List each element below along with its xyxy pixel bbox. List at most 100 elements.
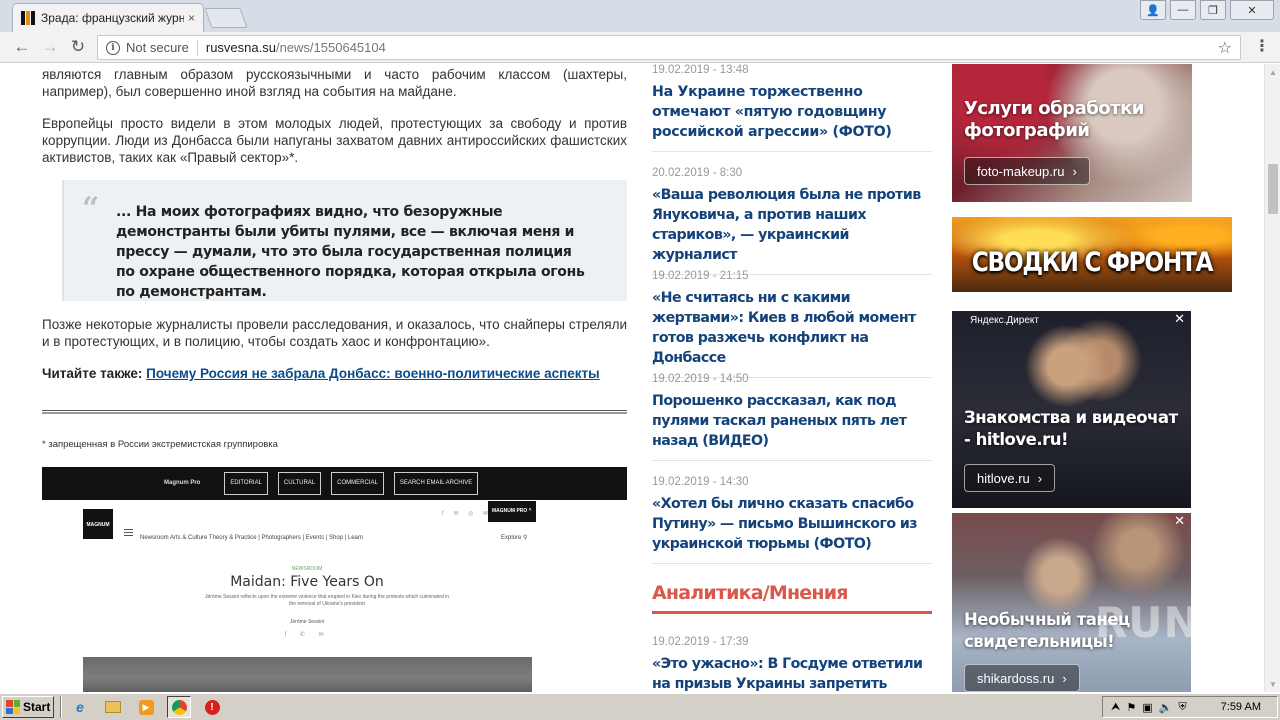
scroll-down-arrow-icon[interactable]: ▼: [1265, 676, 1280, 692]
news-item[interactable]: 19.02.2019 - 21:15 «Не считаясь ни с как…: [652, 269, 932, 378]
news-date: 20.02.2019 - 8:30: [652, 167, 743, 179]
scroll-thumb[interactable]: [1268, 164, 1278, 214]
news-date: 19.02.2019 - 13:48: [652, 64, 749, 76]
profile-button[interactable]: 👤: [1140, 0, 1166, 20]
news-item[interactable]: 19.02.2019 - 17:39 «Это ужасно»: В Госду…: [652, 635, 932, 692]
embed-chip: SEARCH EMAIL ARCHIVE: [393, 472, 479, 495]
news-date: 19.02.2019 - 14:50: [652, 373, 749, 385]
tab-title: Зрада: французский журн: [41, 11, 184, 25]
address-bar[interactable]: i Not secure rusvesna.su /news/155064510…: [97, 35, 1241, 60]
embed-title: Maidan: Five Years On: [230, 574, 384, 590]
page-scrollbar[interactable]: ▲ ▼: [1264, 64, 1280, 692]
news-title[interactable]: Порошенко рассказал, как под пулями таск…: [652, 391, 932, 451]
ad-headline: Знакомства и видеочат - hitlove.ru!: [964, 408, 1178, 449]
maximize-button[interactable]: ❐: [1200, 0, 1226, 20]
browser-menu-icon[interactable]: ⋮: [1254, 36, 1270, 56]
news-title[interactable]: «Хотел бы лично сказать спасибо Путину» …: [652, 494, 932, 554]
embed-social: f ✉ ◎ ✉: [442, 511, 492, 517]
ad-dating[interactable]: Яндекс.Директ ✕ Знакомства и видеочат - …: [952, 311, 1191, 508]
blockquote: “ ... На моих фотографиях видно, что без…: [62, 180, 627, 301]
url-separator: [196, 39, 198, 56]
embed-nav: Newsroom Arts & Culture Theory & Practic…: [140, 535, 364, 541]
chevron-right-icon: ›: [1037, 470, 1043, 486]
info-icon[interactable]: i: [106, 40, 120, 55]
news-title[interactable]: «Не считаясь ни с какими жертвами»: Киев…: [652, 288, 932, 368]
quote-text: ... На моих фотографиях видно, что безор…: [116, 204, 585, 300]
media-player-icon[interactable]: ▶: [134, 696, 158, 718]
ad-button-label: shikardoss.ru: [977, 670, 1055, 686]
taskbar-separator: [60, 696, 62, 718]
embed-topbar: Magnum Pro EDITORIAL CULTURAL COMMERCIAL…: [42, 467, 627, 500]
article-paragraph: Позже некоторые журналисты провели рассл…: [42, 317, 627, 349]
quote-mark-icon: “: [82, 191, 100, 226]
embed-chip: COMMERCIAL: [331, 472, 384, 495]
reload-button[interactable]: ↻: [66, 36, 90, 58]
embed-chip: CULTURAL: [277, 472, 322, 495]
news-item[interactable]: 19.02.2019 - 14:50 Порошенко рассказал, …: [652, 372, 932, 461]
forward-button[interactable]: →: [38, 36, 62, 58]
read-also-link[interactable]: Почему Россия не забрала Донбасс: военно…: [146, 366, 600, 381]
section-heading-analytics[interactable]: Аналитика/Мнения: [652, 582, 932, 614]
news-date: 19.02.2019 - 14:30: [652, 476, 749, 488]
ad-button-label: hitlove.ru: [977, 470, 1030, 486]
chevron-right-icon: ›: [1062, 670, 1067, 686]
news-item[interactable]: 19.02.2019 - 14:30 «Хотел бы лично сказа…: [652, 475, 932, 564]
news-title[interactable]: «Это ужасно»: В Госдуме ответили на приз…: [652, 654, 932, 692]
browser-toolbar: ← → ↻ i Not secure rusvesna.su /news/155…: [0, 32, 1280, 63]
tab-close-button[interactable]: ×: [188, 11, 195, 25]
quick-launch: e ▶ !: [68, 696, 224, 718]
ad-close-icon[interactable]: ✕: [1174, 513, 1185, 529]
system-tray: ⮝ ⚑ ▣ 🔈 ⛨ 7:59 AM: [1102, 696, 1278, 718]
new-tab-button[interactable]: [204, 8, 248, 28]
tray-expand-icon[interactable]: ⮝: [1111, 701, 1120, 714]
clock[interactable]: 7:59 AM: [1221, 701, 1261, 713]
folder-icon[interactable]: [101, 696, 125, 718]
close-window-button[interactable]: ✕: [1230, 0, 1274, 20]
ad-button[interactable]: foto-makeup.ru ›: [964, 157, 1090, 185]
ad-button-label: foto-makeup.ru: [977, 163, 1065, 179]
ad-network-label: Яндекс.Директ: [970, 315, 1039, 326]
footnote: * запрещенная в России экстремистская гр…: [42, 439, 278, 450]
shield-icon[interactable]: ⛨: [1178, 701, 1186, 714]
ad-photo-retouch[interactable]: Услуги обработки фотографий foto-makeup.…: [952, 64, 1192, 202]
news-title[interactable]: На Украине торжественно отмечают «пятую …: [652, 82, 932, 142]
url-path: /news/1550645104: [275, 40, 386, 55]
bookmark-star-icon[interactable]: ☆: [1218, 38, 1232, 58]
network-icon[interactable]: ▣: [1142, 701, 1152, 714]
ie-icon[interactable]: e: [68, 696, 92, 718]
minimize-button[interactable]: —: [1170, 0, 1196, 20]
stop-icon[interactable]: !: [200, 696, 224, 718]
news-item[interactable]: 20.02.2019 - 8:30 «Ваша революция была н…: [652, 166, 932, 275]
article-paragraph: являются главным образом русскоязычными …: [42, 67, 627, 99]
url-host: rusvesna.su: [205, 40, 276, 55]
ad-headline: Услуги обработки фотографий: [964, 98, 1144, 141]
news-date: 19.02.2019 - 17:39: [652, 636, 749, 648]
section-heading-label: Аналитика/Мнения: [652, 582, 848, 604]
start-button[interactable]: Start: [2, 696, 54, 718]
volume-icon[interactable]: 🔈: [1159, 701, 1173, 714]
embed-share-icons: f ✆ ✉: [284, 632, 330, 638]
embedded-screenshot[interactable]: Magnum Pro EDITORIAL CULTURAL COMMERCIAL…: [42, 467, 627, 692]
security-label: Not secure: [126, 40, 189, 55]
ad-button[interactable]: shikardoss.ru ›: [964, 664, 1080, 692]
ad-front-reports[interactable]: СВОДКИ С ФРОНТА: [952, 217, 1232, 292]
scroll-up-arrow-icon[interactable]: ▲: [1265, 64, 1280, 80]
window-titlebar: Зрада: французский журн × 👤 — ❐ ✕: [0, 0, 1280, 32]
ad-button[interactable]: hitlove.ru ›: [964, 464, 1056, 492]
flag-icon[interactable]: ⚑: [1126, 701, 1136, 714]
window-controls: 👤 — ❐ ✕: [1140, 0, 1274, 20]
start-label: Start: [23, 700, 51, 714]
embed-brand: Magnum Pro: [164, 480, 201, 486]
read-also-label: Читайте также:: [42, 366, 143, 381]
browser-tab[interactable]: Зрада: французский журн ×: [12, 3, 204, 32]
article-paragraph: Европейцы просто видели в этом молодых л…: [42, 116, 627, 165]
chrome-icon[interactable]: [167, 696, 191, 718]
news-title[interactable]: «Ваша революция была не против Януковича…: [652, 185, 932, 265]
news-date: 19.02.2019 - 21:15: [652, 270, 749, 282]
chevron-right-icon: ›: [1072, 163, 1077, 179]
ad-headline: СВОДКИ С ФРОНТА: [971, 247, 1214, 278]
embed-pro-badge: MAGNUM PRO ^: [488, 501, 536, 522]
ad-close-icon[interactable]: ✕: [1174, 311, 1185, 327]
news-item[interactable]: 19.02.2019 - 13:48 На Украине торжествен…: [652, 64, 932, 152]
back-button[interactable]: ←: [10, 36, 34, 58]
